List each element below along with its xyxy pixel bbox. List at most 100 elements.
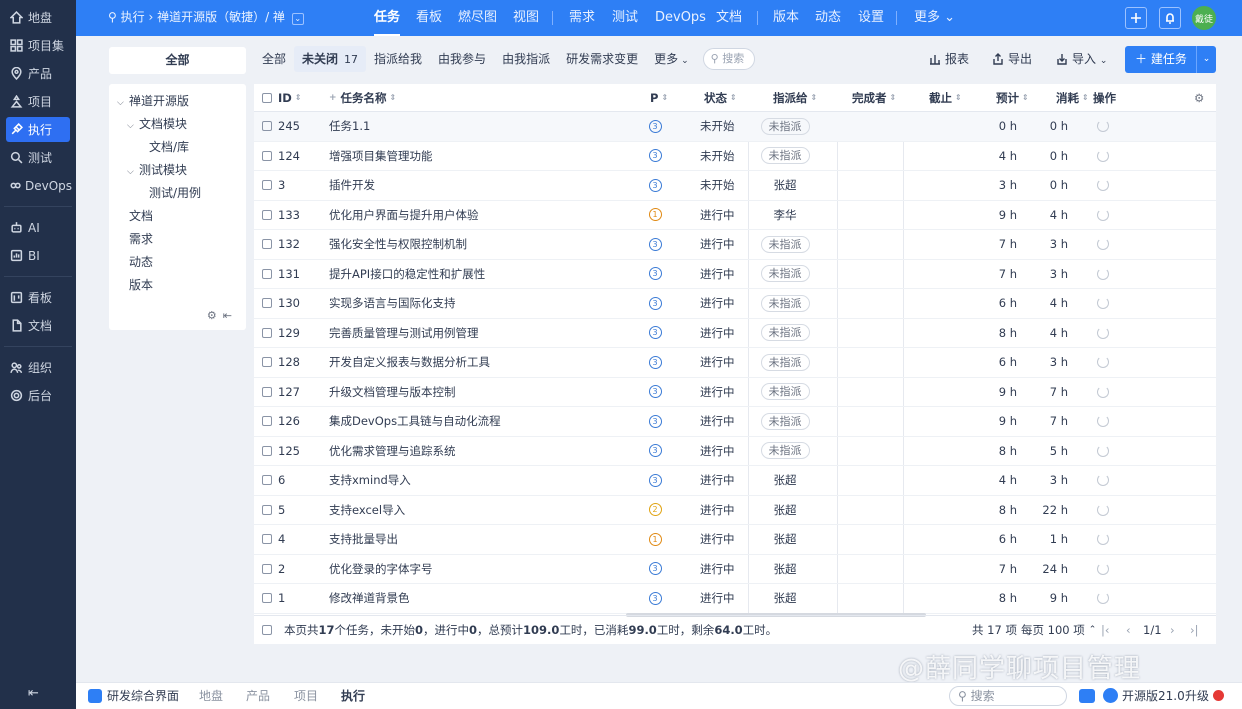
collapse-panel-icon[interactable]: ⇤ (223, 309, 238, 322)
task-name-link[interactable]: 优化登录的字体字号 (329, 555, 433, 584)
chevron-down-icon[interactable]: ⌄ (1196, 46, 1216, 73)
assigned-to[interactable]: 张超 (774, 472, 797, 488)
next-page-icon[interactable]: › (1170, 616, 1175, 644)
filter-tab-2[interactable]: 指派给我 (366, 46, 430, 72)
assigned-to[interactable]: 张超 (774, 502, 797, 518)
sidebar-item-12[interactable]: 后台 (6, 383, 70, 408)
cell-assigned[interactable]: 李华 (753, 201, 817, 230)
chevron-down-icon[interactable]: ⌄ (291, 13, 304, 25)
row-checkbox[interactable] (262, 298, 272, 309)
task-name-link[interactable]: 插件开发 (329, 171, 375, 200)
table-row[interactable]: 245 任务1.1 3 未开始 未指派 0 h 0 h (254, 112, 1216, 142)
start-task-icon[interactable] (1097, 592, 1109, 605)
start-task-icon[interactable] (1097, 385, 1109, 398)
search-input[interactable]: ⚲ 搜索 (702, 48, 755, 70)
cell-assigned[interactable]: 未指派 (753, 348, 817, 377)
start-task-icon[interactable] (1097, 297, 1109, 310)
cell-assigned[interactable]: 张超 (753, 466, 817, 495)
first-page-icon[interactable]: |‹ (1101, 616, 1109, 644)
row-checkbox[interactable] (262, 327, 272, 338)
header-pri[interactable]: P ⇕ (650, 84, 668, 111)
filter-tab-6[interactable]: 更多 ⌄ (646, 46, 697, 72)
nav-tab-8[interactable]: 版本 (773, 0, 799, 36)
create-task-button[interactable]: ＋ 建任务 ⌄ (1125, 46, 1216, 73)
header-assigned[interactable]: 指派给 ⇕ (773, 84, 817, 111)
row-checkbox[interactable] (262, 416, 272, 427)
bottom-search[interactable]: ⚲ 搜索 (949, 686, 1067, 706)
cell-assigned[interactable]: 未指派 (753, 289, 817, 318)
row-checkbox[interactable] (262, 563, 272, 574)
collapse-left-icon[interactable]: ⇤ (28, 686, 39, 701)
start-task-icon[interactable] (1097, 444, 1109, 457)
chevron-down-icon[interactable]: ⌵ (127, 115, 139, 138)
cell-assigned[interactable]: 未指派 (753, 230, 817, 259)
module-all[interactable]: 全部 (109, 47, 246, 74)
column-settings-icon[interactable]: ⚙ (1194, 84, 1204, 111)
start-task-icon[interactable] (1097, 356, 1109, 369)
task-name-link[interactable]: 集成DevOps工具链与自动化流程 (329, 407, 501, 436)
sidebar-item-0[interactable]: 地盘 (6, 5, 70, 30)
start-task-icon[interactable] (1097, 415, 1109, 428)
start-task-icon[interactable] (1097, 326, 1109, 339)
nav-tab-9[interactable]: 动态 (815, 0, 841, 36)
sidebar-item-2[interactable]: 产品 (6, 61, 70, 86)
table-row[interactable]: 128 开发自定义报表与数据分析工具 3 进行中 未指派 6 h 3 h (254, 348, 1216, 378)
header-estimate[interactable]: 预计 ⇕ (996, 84, 1029, 111)
start-task-icon[interactable] (1097, 238, 1109, 251)
cell-assigned[interactable]: 张超 (753, 496, 817, 525)
nav-tab-10[interactable]: 设置 (858, 0, 884, 36)
chevron-down-icon[interactable]: ⌵ (127, 161, 139, 184)
task-name-link[interactable]: 优化需求管理与追踪系统 (329, 437, 456, 466)
task-name-link[interactable]: 提升API接口的稳定性和扩展性 (329, 260, 485, 289)
task-name-link[interactable]: 完善质量管理与测试用例管理 (329, 319, 479, 348)
footer-checkbox[interactable] (262, 625, 272, 635)
assigned-to[interactable]: 未指派 (760, 294, 810, 312)
nav-tab-11[interactable]: 更多 ⌄ (914, 0, 955, 36)
nav-tab-0[interactable]: 任务 (374, 0, 401, 36)
cell-assigned[interactable]: 未指派 (753, 378, 817, 407)
tree-item[interactable]: 文档 (109, 205, 246, 228)
version-badge[interactable]: 开源版21.0 (1103, 683, 1185, 709)
row-checkbox[interactable] (262, 504, 272, 515)
filter-tab-4[interactable]: 由我指派 (494, 46, 558, 72)
filter-tab-1[interactable]: 未关闭 17 (294, 46, 367, 72)
sidebar-item-5[interactable]: 测试 (6, 145, 70, 170)
bottom-tab-1[interactable]: 产品 (246, 683, 270, 709)
assigned-to[interactable]: 未指派 (760, 412, 810, 430)
row-checkbox[interactable] (262, 593, 272, 604)
prev-page-icon[interactable]: ‹ (1126, 616, 1131, 644)
assigned-to[interactable]: 张超 (774, 531, 797, 547)
tree-item[interactable]: 需求 (109, 228, 246, 251)
cell-assigned[interactable]: 未指派 (753, 407, 817, 436)
start-task-icon[interactable] (1097, 503, 1109, 516)
sidebar-item-3[interactable]: 项目 (6, 89, 70, 114)
nav-tab-6[interactable]: DevOps (655, 0, 706, 36)
row-checkbox[interactable] (262, 475, 272, 486)
start-task-icon[interactable] (1097, 267, 1109, 280)
assigned-to[interactable]: 未指派 (760, 383, 810, 401)
add-icon[interactable] (1125, 7, 1147, 29)
bottom-tab-3[interactable]: 执行 (341, 683, 365, 709)
row-checkbox[interactable] (262, 445, 272, 456)
tree-item[interactable]: ⌵ 文档模块 (109, 113, 246, 136)
row-checkbox[interactable] (262, 534, 272, 545)
start-task-icon[interactable] (1097, 120, 1109, 133)
chat-icon[interactable] (1079, 683, 1095, 709)
table-row[interactable]: 130 实现多语言与国际化支持 3 进行中 未指派 6 h 4 h (254, 289, 1216, 319)
row-checkbox[interactable] (262, 150, 272, 161)
assigned-to[interactable]: 张超 (774, 561, 797, 577)
nav-tab-7[interactable]: 文档 (716, 0, 742, 36)
select-all-checkbox[interactable] (262, 92, 272, 103)
cell-assigned[interactable]: 未指派 (753, 112, 817, 141)
nav-tab-2[interactable]: 燃尽图 (458, 0, 497, 36)
export-button[interactable]: 导出 (992, 46, 1032, 72)
header-name[interactable]: + 任务名称 ⇕ (329, 84, 396, 111)
task-name-link[interactable]: 开发自定义报表与数据分析工具 (329, 348, 490, 377)
sidebar-item-9[interactable]: 看板 (6, 285, 70, 310)
sidebar-item-10[interactable]: 文档 (6, 313, 70, 338)
table-row[interactable]: 125 优化需求管理与追踪系统 3 进行中 未指派 8 h 5 h (254, 437, 1216, 466)
tree-item[interactable]: 文档/库 (109, 136, 246, 159)
start-task-icon[interactable] (1097, 149, 1109, 162)
bottom-tab-2[interactable]: 项目 (294, 683, 318, 709)
page-size-select[interactable]: 每页 100 项 ⌃ (1021, 616, 1096, 644)
